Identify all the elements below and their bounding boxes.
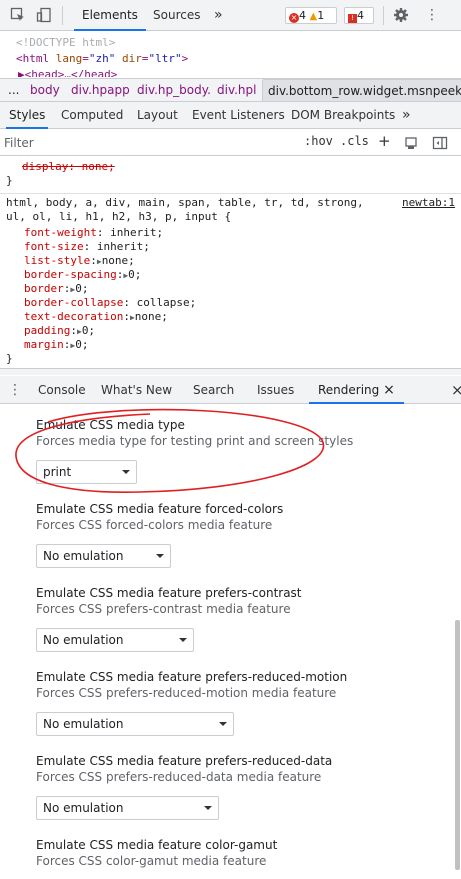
declaration-text-decoration[interactable]: text-decoration:▶none; (24, 310, 168, 325)
styles-rules-pane: display: none; } html, body, a, div, mai… (0, 156, 461, 368)
device-toolbar-icon[interactable] (36, 7, 52, 23)
settings-gear-icon[interactable] (393, 7, 409, 23)
prefers-contrast-select[interactable]: No emulation (36, 628, 194, 652)
tab-rendering[interactable]: Rendering × (309, 376, 404, 404)
class-toggle[interactable]: .cls (340, 134, 369, 148)
rendering-panel: Emulate CSS media type Forces media type… (0, 404, 461, 879)
rule-selector-line1[interactable]: html, body, a, div, main, span, table, t… (6, 196, 364, 210)
forced-colors-select[interactable]: No emulation (36, 544, 171, 568)
forced-colors-title: Emulate CSS media feature forced-colors (36, 502, 284, 516)
tab-whats-new[interactable]: What's New (101, 376, 172, 404)
more-menu-icon[interactable]: ⋮ (424, 7, 440, 23)
inspect-element-icon[interactable] (10, 7, 26, 23)
declaration-font-size[interactable]: font-size: inherit; (24, 240, 150, 254)
toggle-sidebar-icon[interactable] (432, 135, 448, 151)
tab-event-listeners[interactable]: Event Listeners (192, 102, 285, 129)
elements-dom-tree: <!DOCTYPE html> <html lang="zh" dir="ltr… (0, 31, 461, 77)
drawer-menu-icon[interactable]: ⋮ (8, 382, 24, 398)
issue-icon: ! (348, 14, 357, 23)
toolbar-separator (62, 6, 63, 25)
devtools-toolbar: Elements Sources » × 4 ▲1 ! 4 ⋮ (0, 0, 461, 31)
toolbar-separator (383, 6, 384, 25)
html-tag-line[interactable]: <html lang="zh" dir="ltr"> (16, 51, 461, 67)
rule-divider (0, 193, 461, 194)
styles-filter-bar: :hov .cls + (0, 129, 461, 156)
breadcrumb-selected-div[interactable]: div.bottom_row.widget.msnpeek (262, 79, 461, 101)
rule-selector-line2[interactable]: ul, ol, li, h1, h2, h3, p, input { (6, 210, 231, 224)
panel-scrollbar[interactable] (455, 620, 460, 870)
declaration-border[interactable]: border:▶0; (24, 282, 88, 297)
tab-elements[interactable]: Elements (74, 0, 146, 31)
tab-search[interactable]: Search (193, 376, 234, 404)
head-tag-line[interactable]: ▶<head>…</head> (16, 67, 461, 77)
color-gamut-title: Emulate CSS media feature color-gamut (36, 838, 278, 852)
doctype-line[interactable]: <!DOCTYPE html> (16, 35, 461, 51)
error-count: 4 (299, 9, 306, 22)
declaration-font-weight[interactable]: font-weight: inherit; (24, 226, 163, 240)
prefers-reduced-motion-desc: Forces CSS prefers-reduced-motion media … (36, 686, 337, 700)
declaration-border-spacing[interactable]: border-spacing:▶0; (24, 268, 141, 283)
more-styles-tabs-chevron-icon[interactable]: » (402, 102, 411, 129)
declaration-margin[interactable]: margin:▶0; (24, 338, 88, 353)
prefers-reduced-motion-title: Emulate CSS media feature prefers-reduce… (36, 670, 348, 684)
more-tabs-chevron-icon[interactable]: » (206, 0, 231, 31)
tab-console[interactable]: Console (38, 376, 86, 404)
filter-input[interactable] (4, 133, 289, 152)
prefers-reduced-data-title: Emulate CSS media feature prefers-reduce… (36, 754, 333, 768)
prefers-reduced-motion-select[interactable]: No emulation (36, 712, 234, 736)
rule-close-brace: } (6, 174, 13, 187)
close-tab-icon[interactable]: × (383, 382, 395, 398)
declaration-display[interactable]: display: none; (22, 160, 115, 174)
close-drawer-icon[interactable]: × (451, 376, 461, 404)
tab-dom-breakpoints[interactable]: DOM Breakpoints (291, 102, 395, 129)
issues-count: 4 (357, 9, 364, 22)
tab-issues[interactable]: Issues (257, 376, 294, 404)
chevron-down-icon (204, 806, 212, 810)
annotation-ellipse (15, 408, 325, 493)
breadcrumb-div-hp-body[interactable]: div.hp_body. (137, 79, 211, 101)
tab-layout[interactable]: Layout (137, 102, 178, 129)
drawer-tabbar: ⋮ Console What's New Search Issues Rende… (0, 376, 461, 404)
tab-styles[interactable]: Styles (6, 102, 49, 129)
chevron-down-icon (156, 554, 164, 558)
declaration-padding[interactable]: padding:▶0; (24, 324, 95, 339)
color-gamut-desc: Forces CSS color-gamut media feature (36, 854, 267, 868)
declaration-border-collapse[interactable]: border-collapse: collapse; (24, 296, 196, 310)
breadcrumb-div-hpl[interactable]: div.hpl (217, 79, 257, 101)
hover-state-toggle[interactable]: :hov (304, 134, 333, 148)
tab-computed[interactable]: Computed (61, 102, 123, 129)
prefers-reduced-data-desc: Forces CSS prefers-reduced-data media fe… (36, 770, 322, 784)
forced-colors-desc: Forces CSS forced-colors media feature (36, 518, 273, 532)
breadcrumb-body[interactable]: body (30, 79, 60, 101)
new-style-rule-plus-icon[interactable]: + (378, 132, 391, 150)
prefers-reduced-data-select[interactable]: No emulation (36, 796, 219, 820)
computed-styles-sidebar-icon[interactable] (404, 135, 420, 151)
prefers-contrast-desc: Forces CSS prefers-contrast media featur… (36, 602, 291, 616)
chevron-down-icon (179, 638, 187, 642)
breadcrumb-div-hpapp[interactable]: div.hpapp (71, 79, 130, 101)
breadcrumb-ellipsis[interactable]: ... (8, 79, 19, 101)
styles-tabbar: Styles Computed Layout Event Listeners D… (0, 102, 461, 129)
prefers-contrast-title: Emulate CSS media feature prefers-contra… (36, 586, 302, 600)
drawer-resizer[interactable] (0, 368, 461, 375)
rule-close-brace: } (6, 352, 13, 365)
declaration-list-style[interactable]: list-style:▶none; (24, 254, 135, 269)
tab-sources[interactable]: Sources (145, 0, 208, 31)
console-counts-badge[interactable]: × 4 ▲1 (285, 7, 337, 24)
rule-source-link[interactable]: newtab:1 (402, 196, 455, 210)
warning-count: 1 (317, 9, 325, 22)
error-icon: × (289, 13, 299, 23)
breadcrumb: ... body div.hpapp div.hp_body. div.hpl … (0, 78, 461, 102)
chevron-down-icon (219, 722, 227, 726)
issues-badge[interactable]: ! 4 (344, 7, 374, 24)
